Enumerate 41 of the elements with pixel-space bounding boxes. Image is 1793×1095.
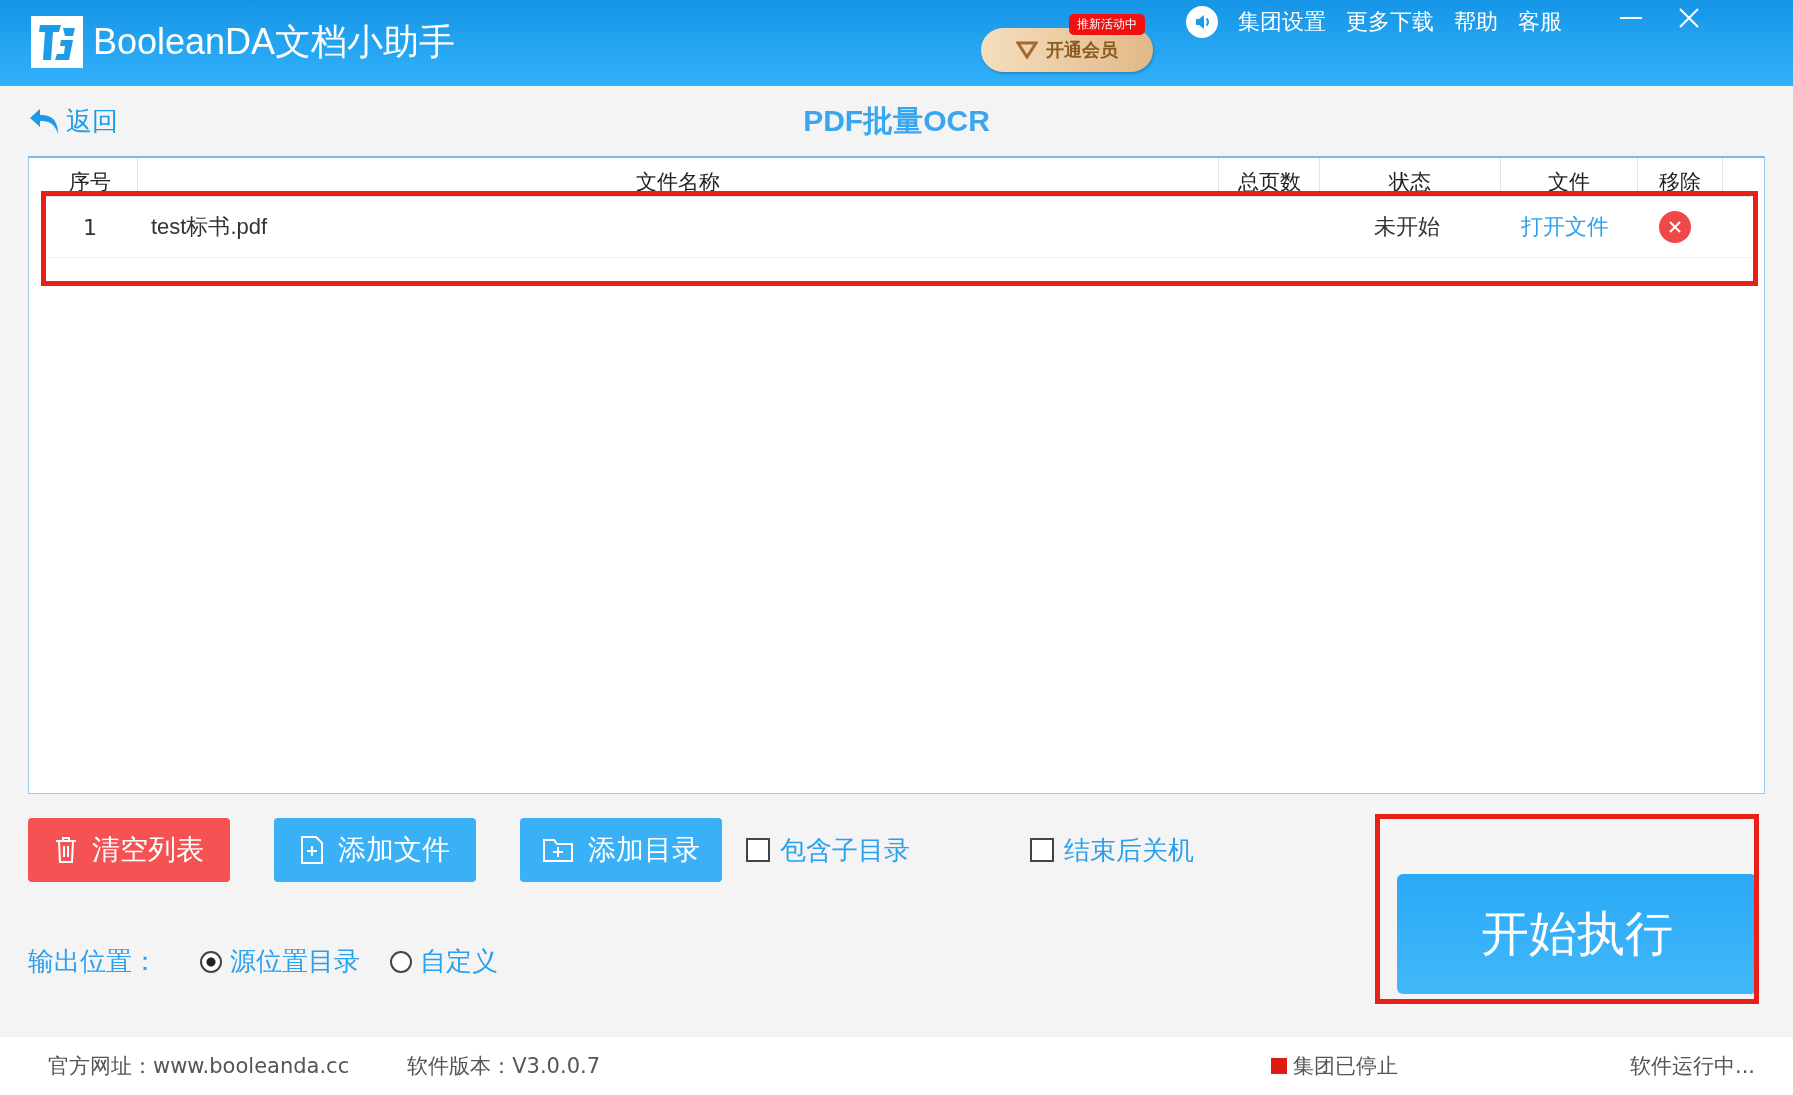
column-header: 序号 xyxy=(43,158,138,196)
output-label: 输出位置： xyxy=(28,945,159,978)
close-icon xyxy=(1678,7,1700,29)
close-icon xyxy=(1668,220,1682,234)
table-cell-text: test标书.pdf xyxy=(150,213,269,241)
app-logo-icon xyxy=(31,16,83,68)
speaker-icon xyxy=(1186,6,1218,38)
run-status-text: 软件运行中... xyxy=(1629,1053,1755,1080)
file-plus-icon xyxy=(300,835,324,865)
menu-item[interactable]: 集团设置 xyxy=(1238,7,1326,37)
website-text: 官方网址：www.booleanda.cc xyxy=(48,1053,350,1080)
window-title: BooleanDA文档小助手 xyxy=(93,19,456,64)
checkbox-option[interactable]: 包含子目录 xyxy=(746,832,910,868)
table-cell-text: 未开始 xyxy=(1373,213,1441,241)
table-row[interactable]: 1 test标书.pdf 未开始 打开文件 xyxy=(43,197,1750,258)
radio-option[interactable]: 源位置目录 xyxy=(200,944,360,979)
add-folder-button[interactable]: 添加目录 xyxy=(520,818,722,882)
menu-item[interactable]: 帮助 xyxy=(1454,7,1498,37)
open-file-link[interactable]: 打开文件 xyxy=(1521,212,1609,242)
promo-badge: 推新活动中 xyxy=(1069,14,1145,35)
status-square-icon xyxy=(1270,1058,1287,1074)
trash-icon xyxy=(54,836,78,864)
page-title: PDF批量OCR xyxy=(802,102,991,139)
remove-button[interactable] xyxy=(1659,211,1691,243)
add-file-button[interactable]: 添加文件 xyxy=(274,818,476,882)
menu-item[interactable]: 更多下载 xyxy=(1346,7,1434,37)
menu-item[interactable]: 客服 xyxy=(1518,7,1562,37)
table-cell-text: 1 xyxy=(82,214,98,240)
column-header: 文件名称 xyxy=(138,158,1219,196)
clear-list-button[interactable]: 清空列表 xyxy=(28,818,230,882)
column-header: 移除 xyxy=(1638,158,1723,196)
radio-option[interactable]: 自定义 xyxy=(390,944,498,979)
diamond-icon xyxy=(1016,41,1038,59)
minimize-icon xyxy=(1620,17,1642,19)
version-text: 软件版本：V3.0.0.7 xyxy=(407,1053,601,1080)
back-link[interactable]: 返回 xyxy=(28,103,178,139)
start-button[interactable]: 开始执行 xyxy=(1397,874,1757,994)
column-header: 文件 xyxy=(1501,158,1638,196)
folder-plus-icon xyxy=(542,837,574,863)
checkbox-option[interactable]: 结束后关机 xyxy=(1030,832,1194,868)
group-status-text: 集团已停止 xyxy=(1292,1053,1398,1080)
